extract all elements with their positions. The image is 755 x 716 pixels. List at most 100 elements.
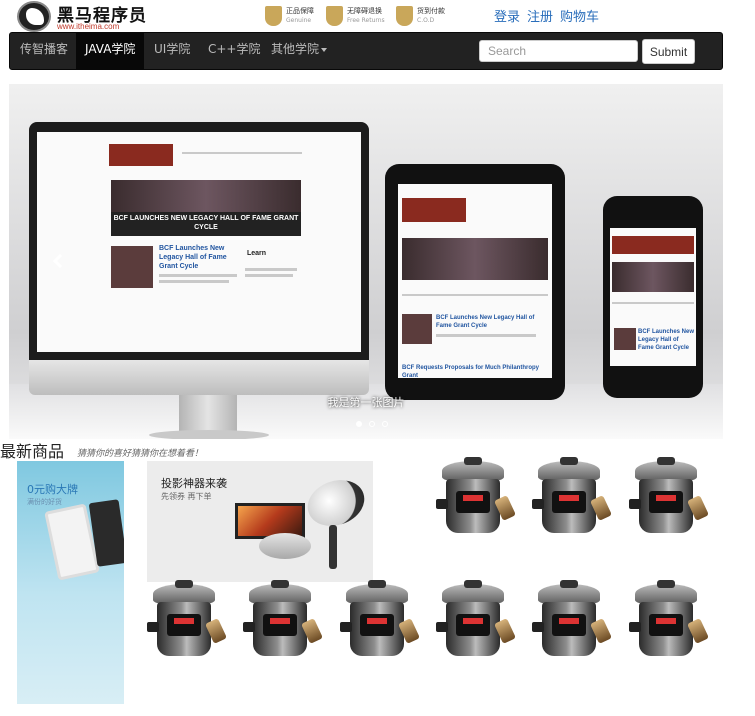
nav-item-other-label: 其他学院	[271, 42, 320, 56]
section-subtitle: 猜猜你的喜好猜猜你在想着看！	[77, 449, 204, 459]
remote-image	[329, 525, 337, 569]
caret-down-icon	[321, 47, 328, 52]
cooker-handle	[532, 622, 544, 632]
learn-text	[245, 268, 297, 271]
search-input[interactable]	[479, 40, 638, 62]
hero-image	[612, 262, 694, 292]
register-link[interactable]: 注册	[527, 6, 553, 25]
brand-logo	[109, 144, 173, 166]
product-item[interactable]	[147, 580, 227, 662]
nav-item-chuanzhi[interactable]: 传智播客	[11, 33, 77, 69]
promo-zero-yuan[interactable]: 0元购大牌 满份的好货	[17, 461, 124, 704]
cooker-handle	[436, 622, 448, 632]
article-text	[159, 274, 237, 277]
cooker-lid	[635, 580, 697, 604]
badge-sub: C.O.D	[417, 17, 435, 24]
cooker-lid	[153, 580, 215, 604]
cooker-lid	[538, 580, 600, 604]
carousel-indicators	[355, 412, 389, 431]
logo-url: www.itheima.com	[57, 22, 120, 31]
tablet-mockup: BCF Launches New Legacy Hall of Fame Gra…	[385, 164, 565, 400]
brand-logo	[612, 236, 694, 254]
cooker-display	[463, 618, 483, 624]
phone-mockup: BCF Launches New Legacy Hall of Fame Gra…	[603, 196, 703, 398]
product-item[interactable]	[243, 580, 323, 662]
cooker-handle	[629, 622, 641, 632]
carousel[interactable]: BCF LAUNCHES NEW LEGACY HALL OF FAME GRA…	[9, 84, 723, 439]
page: 黑马程序员 www.itheima.com 正品保障 Genuine 无障碍退换…	[0, 0, 755, 716]
hero-image	[402, 238, 548, 280]
cooker-handle	[532, 499, 544, 509]
carousel-caption: 我是第一张图片	[327, 396, 405, 409]
cart-link[interactable]: 购物车	[560, 6, 599, 25]
cooker-display	[174, 618, 194, 624]
promo-title: 0元购大牌	[27, 483, 78, 496]
cooker-handle	[340, 622, 352, 632]
badge-title: 无障碍退换	[347, 7, 382, 15]
badge-sub: Free Returns	[347, 17, 385, 24]
cooker-display	[656, 495, 676, 501]
article-thumb	[614, 328, 636, 350]
article-text	[159, 280, 229, 283]
learn-title: Learn	[247, 250, 267, 257]
article-thumb	[402, 314, 432, 344]
product-item[interactable]	[629, 580, 709, 662]
nav-item-other-dropdown[interactable]: 其他学院	[262, 33, 336, 69]
brand-logo	[402, 198, 466, 222]
site-logo[interactable]: 黑马程序员 www.itheima.com	[17, 1, 147, 33]
carousel-dot[interactable]	[382, 421, 389, 427]
cooker-display	[367, 618, 387, 624]
hero-headline: BCF LAUNCHES NEW LEGACY HALL OF FAME GRA…	[111, 212, 301, 236]
product-item[interactable]	[436, 580, 516, 662]
product-item[interactable]	[340, 580, 420, 662]
article-text	[436, 334, 536, 337]
badge-title: 正品保障	[286, 7, 314, 15]
monitor-chin	[29, 360, 369, 395]
cooker-lid	[538, 457, 600, 481]
monitor-screen: BCF LAUNCHES NEW LEGACY HALL OF FAME GRA…	[37, 132, 361, 352]
product-item[interactable]	[532, 580, 612, 662]
cooker-display	[656, 618, 676, 624]
tablet-screen: BCF Launches New Legacy Hall of Fame Gra…	[398, 184, 552, 379]
learn-text	[245, 274, 293, 277]
login-link[interactable]: 登录	[494, 6, 520, 25]
product-item[interactable]	[629, 457, 709, 539]
article-thumb	[111, 246, 153, 288]
cooker-handle	[436, 499, 448, 509]
article-title: BCF Launches New Legacy Hall of Fame Gra…	[638, 329, 695, 351]
navbar: 传智播客 JAVA学院 UI学院 C++学院 其他学院 Submit	[9, 32, 723, 70]
projector-image	[259, 533, 311, 559]
projector-disc-image	[301, 472, 371, 534]
promo-title: 投影神器来袭	[161, 477, 227, 490]
shield-icon	[265, 6, 282, 26]
cooker-lid	[442, 457, 504, 481]
cooker-lid	[249, 580, 311, 604]
nav-item-ui[interactable]: UI学院	[145, 33, 199, 69]
cooker-lid	[346, 580, 408, 604]
cash-icon	[396, 6, 413, 26]
horse-logo-icon	[17, 1, 51, 32]
promo-projector[interactable]: 投影神器来袭 先领券 再下单	[147, 461, 373, 582]
divider	[612, 302, 694, 304]
monitor-mockup: BCF LAUNCHES NEW LEGACY HALL OF FAME GRA…	[29, 122, 369, 439]
nav-item-java[interactable]: JAVA学院	[76, 33, 145, 69]
cooker-display	[463, 495, 483, 501]
cooker-display	[559, 495, 579, 501]
phone-screen: BCF Launches New Legacy Hall of Fame Gra…	[610, 228, 696, 366]
article-title: BCF Launches New Legacy Hall of Fame Gra…	[159, 245, 227, 270]
product-item[interactable]	[532, 457, 612, 539]
cooker-display	[270, 618, 290, 624]
cooker-handle	[629, 499, 641, 509]
proposals-title: BCF Requests Proposals for Much Philanth…	[402, 365, 540, 379]
section-title: 最新商品	[0, 442, 65, 461]
cooker-handle	[147, 622, 159, 632]
monitor-foot	[149, 430, 269, 439]
submit-button[interactable]: Submit	[642, 39, 695, 64]
nav-item-cpp[interactable]: C++学院	[199, 33, 270, 69]
product-item[interactable]	[436, 457, 516, 539]
carousel-dot[interactable]	[356, 421, 362, 427]
carousel-dot[interactable]	[369, 421, 376, 427]
article-title: BCF Launches New Legacy Hall of Fame Gra…	[436, 315, 535, 329]
badge-sub: Genuine	[286, 17, 312, 24]
shield-icon	[326, 6, 343, 26]
